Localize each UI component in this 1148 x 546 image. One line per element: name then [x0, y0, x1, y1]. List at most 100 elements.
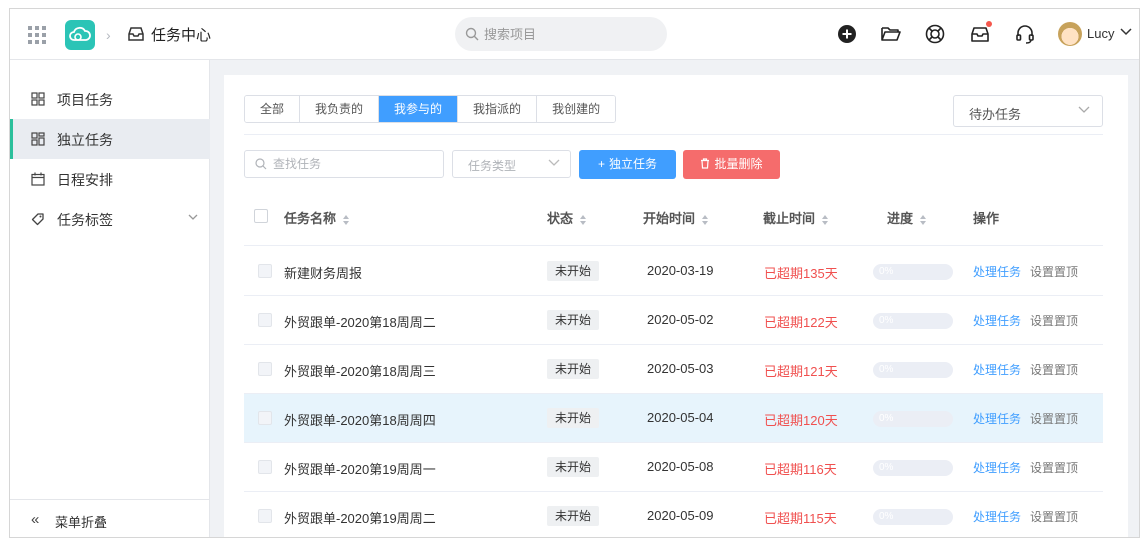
pin-task-link[interactable]: 设置置顶 [1030, 459, 1078, 476]
handle-task-link[interactable]: 处理任务 [973, 508, 1021, 525]
add-task-label: 独立任务 [609, 157, 658, 171]
pin-task-link[interactable]: 设置置顶 [1030, 361, 1078, 378]
grid-icon [31, 92, 45, 106]
start-date: 2020-05-03 [647, 361, 714, 376]
calendar-icon [31, 172, 45, 186]
tab-responsible[interactable]: 我负责的 [300, 96, 380, 122]
task-name[interactable]: 新建财务周报 [284, 263, 362, 282]
inbox-icon [128, 27, 144, 41]
progress-bar: 0% [873, 509, 953, 525]
sort-icon[interactable] [701, 214, 709, 226]
batch-delete-button[interactable]: 批量删除 [683, 150, 780, 179]
start-date: 2020-05-08 [647, 459, 714, 474]
table-row[interactable]: 外贸跟单-2020第19周周一 未开始 2020-05-08 已超期116天 0… [244, 443, 1103, 492]
table-row[interactable]: 新建财务周报 未开始 2020-03-19 已超期135天 0% 处理任务 设置… [244, 247, 1103, 296]
pin-task-link[interactable]: 设置置顶 [1030, 312, 1078, 329]
progress-bar: 0% [873, 313, 953, 329]
task-type-select[interactable]: 任务类型 [452, 150, 571, 178]
table-row[interactable]: 外贸跟单-2020第18周周二 未开始 2020-05-02 已超期122天 0… [244, 296, 1103, 345]
tag-icon [31, 213, 44, 226]
table-row[interactable]: 外贸跟单-2020第19周周二 未开始 2020-05-09 已超期115天 0… [244, 492, 1103, 537]
select-all-checkbox[interactable] [254, 209, 268, 223]
handle-task-link[interactable]: 处理任务 [973, 312, 1021, 329]
table-header: 任务名称 状态 开始时间 截止时间 进度 操作 [244, 186, 1103, 246]
task-name[interactable]: 外贸跟单-2020第19周周二 [284, 508, 436, 527]
column-header-start[interactable]: 开始时间 [643, 208, 709, 227]
column-header-status[interactable]: 状态 [547, 208, 587, 227]
progress-text: 0% [879, 462, 894, 473]
add-task-button[interactable]: + 独立任务 [579, 150, 676, 179]
search-icon [465, 27, 479, 41]
task-search[interactable] [244, 150, 444, 178]
deadline-overdue: 已超期122天 [764, 315, 838, 330]
progress-text: 0% [879, 413, 894, 424]
avatar[interactable] [1058, 22, 1082, 46]
handle-task-link[interactable]: 处理任务 [973, 263, 1021, 280]
tab-assigned[interactable]: 我指派的 [458, 96, 538, 122]
sort-icon[interactable] [919, 214, 927, 226]
start-date: 2020-05-04 [647, 410, 714, 425]
pin-task-link[interactable]: 设置置顶 [1030, 508, 1078, 525]
main-card: 全部 我负责的 我参与的 我指派的 我创建的 待办任务 任务类型 +独立 [224, 75, 1128, 537]
search-input[interactable] [484, 17, 659, 51]
task-name[interactable]: 外贸跟单-2020第18周周三 [284, 361, 436, 380]
tab-participating[interactable]: 我参与的 [379, 96, 459, 122]
row-checkbox[interactable] [258, 313, 272, 327]
handle-task-link[interactable]: 处理任务 [973, 361, 1021, 378]
handle-task-link[interactable]: 处理任务 [973, 410, 1021, 427]
add-circle-icon[interactable] [836, 23, 858, 45]
task-name[interactable]: 外贸跟单-2020第19周周一 [284, 459, 436, 478]
sidebar-item-project-tasks[interactable]: 项目任务 [10, 79, 210, 119]
row-checkbox[interactable] [258, 460, 272, 474]
chevron-down-icon[interactable] [188, 214, 198, 221]
task-name[interactable]: 外贸跟单-2020第18周周四 [284, 410, 436, 429]
sidebar-item-label: 日程安排 [57, 172, 113, 188]
sort-icon[interactable] [821, 214, 829, 226]
progress-text: 0% [879, 315, 894, 326]
progress-text: 0% [879, 511, 894, 522]
double-chevron-left-icon: « [31, 511, 40, 528]
progress-text: 0% [879, 266, 894, 277]
notification-dot [986, 21, 992, 27]
global-search[interactable] [455, 17, 667, 51]
column-header-actions: 操作 [973, 211, 1000, 226]
trash-icon [701, 158, 710, 169]
tab-created[interactable]: 我创建的 [537, 96, 616, 122]
headset-icon[interactable] [1014, 23, 1036, 45]
pin-task-link[interactable]: 设置置顶 [1030, 263, 1078, 280]
task-name[interactable]: 外贸跟单-2020第18周周二 [284, 312, 436, 331]
cloud-logo-icon[interactable] [65, 20, 95, 50]
apps-grid-icon[interactable] [28, 26, 46, 44]
table-row[interactable]: 外贸跟单-2020第18周周三 未开始 2020-05-03 已超期121天 0… [244, 345, 1103, 394]
plus-icon: + [597, 157, 605, 171]
sidebar-item-independent-tasks[interactable]: 独立任务 [10, 119, 210, 159]
task-search-input[interactable] [273, 151, 438, 177]
chevron-down-icon [1078, 106, 1090, 113]
pin-task-link[interactable]: 设置置顶 [1030, 410, 1078, 427]
deadline-overdue: 已超期116天 [764, 462, 837, 477]
sort-icon[interactable] [342, 214, 350, 226]
sort-icon[interactable] [579, 214, 587, 226]
sidebar-item-task-tags[interactable]: 任务标签 [10, 199, 210, 239]
chevron-down-icon[interactable] [1120, 28, 1132, 36]
folder-open-icon[interactable] [880, 23, 902, 45]
row-checkbox[interactable] [258, 509, 272, 523]
table-row[interactable]: 外贸跟单-2020第18周周四 未开始 2020-05-04 已超期120天 0… [244, 394, 1103, 443]
menu-collapse-button[interactable]: « 菜单折叠 [10, 499, 210, 537]
lifebuoy-icon[interactable] [924, 23, 946, 45]
column-header-deadline[interactable]: 截止时间 [763, 208, 829, 227]
row-checkbox[interactable] [258, 264, 272, 278]
column-header-progress[interactable]: 进度 [887, 208, 927, 227]
sidebar-item-label: 项目任务 [57, 92, 113, 108]
progress-text: 0% [879, 364, 894, 375]
app-window: › 任务中心 搜索项目 Lucy 项目任务 独立任务 日程安排 任务标签 « 菜… [9, 8, 1140, 538]
tab-all[interactable]: 全部 [245, 96, 301, 122]
sidebar-item-schedule[interactable]: 日程安排 [10, 159, 210, 199]
username[interactable]: Lucy [1087, 26, 1114, 41]
sidebar-item-label: 独立任务 [57, 132, 113, 148]
task-status-select[interactable]: 待办任务 [953, 95, 1103, 127]
row-checkbox[interactable] [258, 362, 272, 376]
column-header-name[interactable]: 任务名称 [284, 208, 350, 227]
handle-task-link[interactable]: 处理任务 [973, 459, 1021, 476]
row-checkbox[interactable] [258, 411, 272, 425]
